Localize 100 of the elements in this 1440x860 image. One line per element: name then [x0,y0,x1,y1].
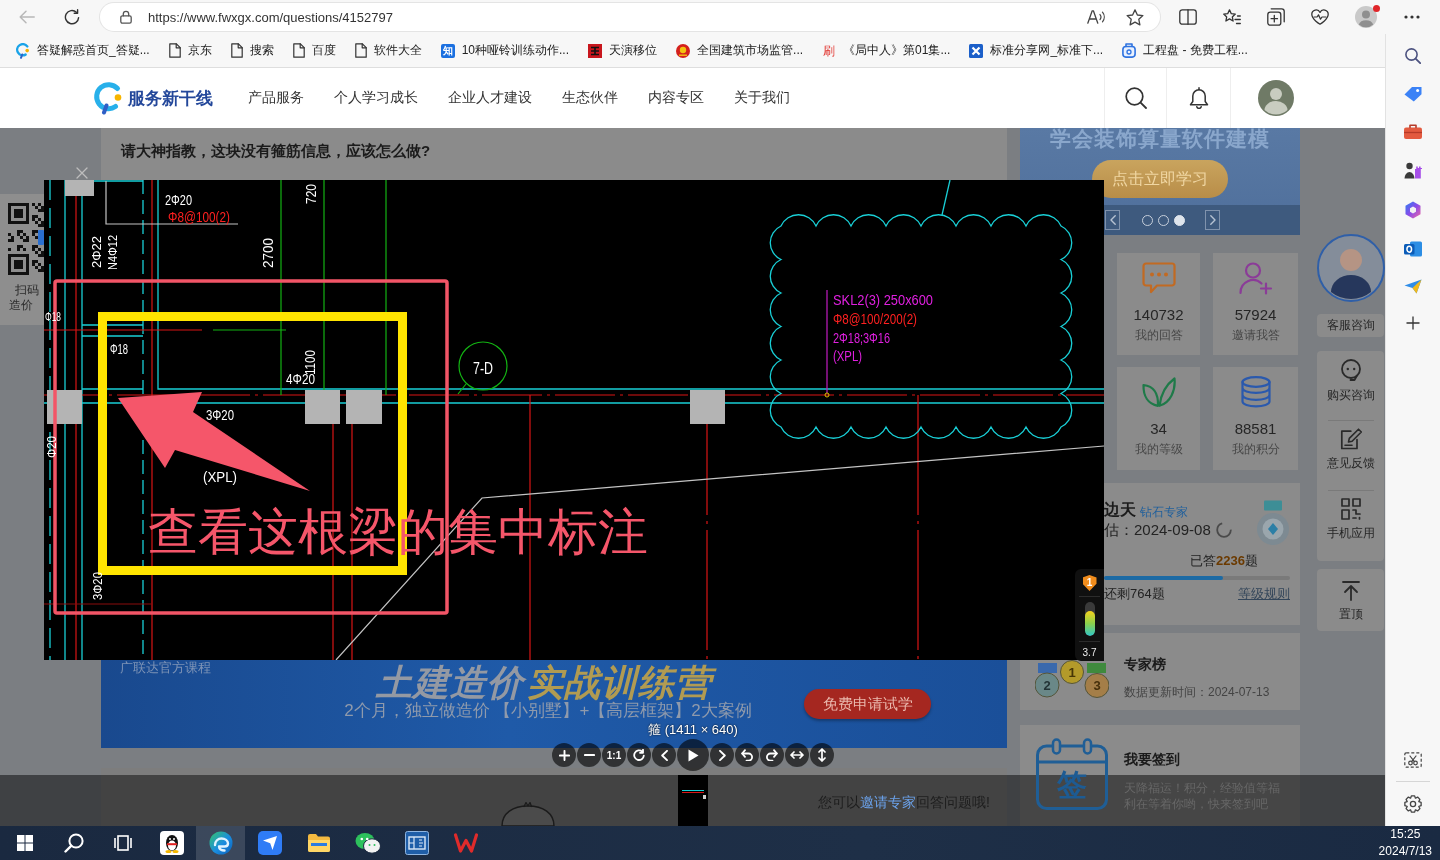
split-screen-icon[interactable] [1179,9,1197,25]
nav-link[interactable]: 内容专区 [648,89,704,107]
bookmark-link[interactable]: 天演移位 [588,40,658,61]
bookmark-link[interactable]: 京东 [168,40,212,61]
column-block [65,180,94,196]
free-trial-button[interactable]: 免费申请试学 [804,689,931,719]
search-icon[interactable] [1124,87,1147,109]
bookmark-link[interactable]: 刷 《局中人》第01集... [822,40,951,61]
clock-date: 2024/7/13 [1378,843,1432,860]
nav-link[interactable]: 产品服务 [248,89,304,107]
site-logo-icon[interactable] [93,81,123,115]
banner-subtitle: 2个月，独立做造价 【小别墅】+【高层框架】2大案例 [344,702,752,720]
nav-link[interactable]: 个人学习成长 [334,89,418,107]
profile-avatar[interactable] [1355,6,1377,28]
invite-expert-link[interactable]: 邀请专家 [860,794,917,810]
stat-card[interactable]: 88581 我的积分 [1213,367,1298,470]
banner-title-highlight: 实战训练营 [527,662,720,703]
rotate-right-icon [766,749,778,761]
plus-icon[interactable] [1406,316,1420,330]
cad-label: Φ8@100(2) [168,209,242,225]
zoom-in-button[interactable] [552,743,576,767]
paper-plane-icon[interactable] [1404,279,1422,294]
tag-icon[interactable] [1404,86,1422,102]
bell-icon[interactable] [1188,87,1209,109]
screenshot-icon[interactable] [1404,752,1422,768]
stat-value: 88581 [1234,420,1277,438]
collections-icon[interactable] [1267,8,1285,26]
bookmark-link[interactable]: 工程盘 - 免费工程... [1122,40,1248,61]
customer-service-button[interactable]: 客服咨询 [1317,314,1384,337]
leader-line [457,383,467,395]
page-icon [230,43,243,58]
image-thumbnail[interactable] [678,775,708,826]
reload-icon[interactable] [64,9,80,25]
minus-icon [583,754,595,756]
tool-button[interactable]: 购买咨询 [1317,351,1384,420]
bookmark-link[interactable]: 标准分享网_标准下... [969,40,1104,61]
cad-label: 2700 [259,234,276,268]
cad-label: SKL2(3) 250x600 [833,291,950,308]
star-icon[interactable] [1126,8,1144,26]
previous-button[interactable] [652,743,676,767]
briefcase-icon[interactable] [1404,124,1422,139]
taskbar-button[interactable] [196,826,245,860]
bookmark-link[interactable]: 软件大全 [354,40,422,61]
support-avatar[interactable] [1316,234,1385,302]
column-block [690,390,725,424]
cad-label: 1100 [302,344,318,375]
actual-size-button[interactable]: 1:1 [602,743,626,767]
question-title: 请大神指教，这块没有箍筋信息，应该怎么做? [121,141,431,161]
cross-tile-icon [969,43,984,58]
mail-tile-icon[interactable] [1404,241,1422,257]
next-button[interactable] [710,743,734,767]
stat-value: 34 [1150,420,1167,438]
qr-caption: 扫码 [15,283,39,298]
previous-slide-button[interactable] [1105,210,1120,230]
banner-title: 土建造价 [376,662,527,703]
reset-button[interactable] [627,743,651,767]
address-bar[interactable]: https://www.fwxgx.com/questions/4152797 [100,3,1160,31]
zoom-out-button[interactable] [577,743,601,767]
nav-link[interactable]: 生态伙伴 [562,89,618,107]
expert-name: 边天 [1104,500,1136,520]
expert-rank: 钻石专家 [1140,504,1188,519]
hexagon-icon[interactable] [1404,201,1422,219]
play-button[interactable] [677,739,709,771]
slide-dot[interactable] [1174,214,1185,226]
rotate-left-button[interactable] [735,743,759,767]
flip-vertical-button[interactable] [810,743,834,767]
bookmark-link[interactable]: 答疑解惑首页_答疑... [16,40,150,61]
back-to-top-button[interactable]: 置顶 [1317,569,1384,631]
stat-card[interactable]: 34 我的等级 [1117,367,1200,470]
lock-icon[interactable] [120,10,132,24]
tool-button[interactable]: 手机应用 [1317,491,1384,560]
bookmark-link[interactable]: 全国建筑市场监管... [676,40,804,61]
column-block [346,390,382,424]
search-icon[interactable] [1405,48,1421,64]
stat-label: 邀请我答 [1231,327,1280,343]
stat-value: 140732 [1133,306,1184,324]
tool-button[interactable]: 意见反馈 [1317,421,1384,490]
flip-horizontal-button[interactable] [785,743,809,767]
loading-ring-icon [1215,521,1232,538]
bookmark-link[interactable]: 百度 [292,40,336,61]
bookmark-link[interactable]: 搜索 [230,40,274,61]
user-avatar[interactable] [1257,80,1294,116]
rotate-right-button[interactable] [760,743,784,767]
stat-card[interactable]: 57924 邀请我答 [1213,253,1298,355]
chess-pieces-icon[interactable] [1404,161,1422,179]
favorites-icon[interactable] [1223,9,1241,25]
read-aloud-icon[interactable] [1087,10,1105,24]
play-icon [687,748,699,762]
nav-link[interactable]: 关于我们 [734,89,790,107]
settings-icon[interactable] [1404,795,1422,813]
stat-label: 我的回答 [1134,327,1183,343]
bookmark-link[interactable]: 知 10种哑铃训练动作... [440,40,570,61]
next-slide-button[interactable] [1205,210,1220,230]
heart-pulse-icon[interactable] [1311,9,1329,25]
stat-card[interactable]: 140732 我的回答 [1117,253,1200,355]
more-icon[interactable] [1404,15,1420,19]
medal-rank: 2 [1043,677,1051,693]
site-logo-text[interactable]: 服务新干线 [128,86,213,110]
nav-link[interactable]: 企业人才建设 [448,89,532,107]
search-icon [63,833,84,853]
